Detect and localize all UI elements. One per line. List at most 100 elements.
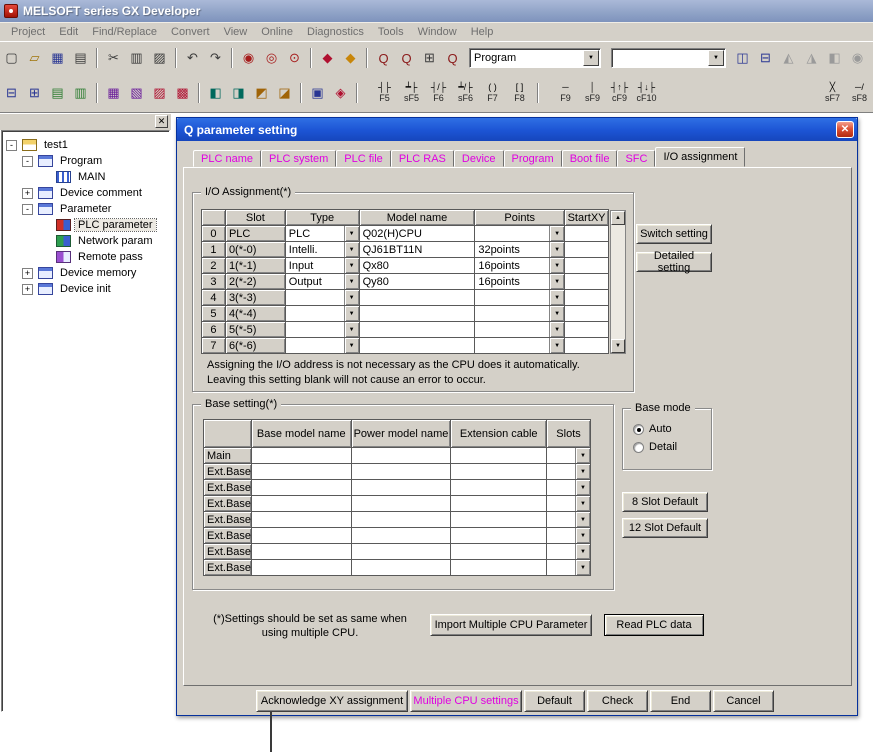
- note-display-icon[interactable]: ▦: [102, 82, 125, 104]
- cut-icon[interactable]: ✂: [102, 47, 125, 69]
- device-memory-icon[interactable]: ▣: [306, 82, 329, 104]
- check-button[interactable]: Check: [587, 690, 648, 712]
- startxy-cell[interactable]: [565, 322, 609, 338]
- chevron-down-icon[interactable]: ▼: [549, 306, 564, 321]
- menu-item[interactable]: Window: [411, 24, 464, 40]
- type-combo[interactable]: PLC▼: [286, 226, 360, 242]
- menu-item[interactable]: Project: [4, 24, 52, 40]
- extension-cable-cell[interactable]: [451, 448, 547, 464]
- tree-item-program[interactable]: - Program: [2, 153, 169, 169]
- slots-combo[interactable]: ▼: [547, 496, 591, 512]
- type-combo[interactable]: Output▼: [286, 274, 360, 290]
- base-model-cell[interactable]: [252, 528, 352, 544]
- slots-combo[interactable]: ▼: [547, 544, 591, 560]
- menu-item[interactable]: Edit: [52, 24, 85, 40]
- multiple-cpu-settings-button[interactable]: Multiple CPU settings: [410, 690, 522, 712]
- undo-icon[interactable]: ↶: [181, 47, 204, 69]
- menu-item[interactable]: Help: [464, 24, 501, 40]
- startxy-cell[interactable]: [565, 274, 609, 290]
- slot12-default-button[interactable]: 12 Slot Default: [622, 518, 708, 538]
- tab-sfc[interactable]: SFC: [617, 150, 655, 167]
- expand-icon[interactable]: +: [22, 284, 33, 295]
- type-combo[interactable]: ▼: [286, 290, 360, 306]
- parameter-icon[interactable]: ◈: [329, 82, 352, 104]
- points-combo[interactable]: ▼: [475, 290, 565, 306]
- extension-cable-cell[interactable]: [451, 464, 547, 480]
- tab-device[interactable]: Device: [454, 150, 504, 167]
- device-monitor-icon[interactable]: ▨: [148, 82, 171, 104]
- points-combo[interactable]: ▼: [475, 322, 565, 338]
- model-name-cell[interactable]: Qx80: [360, 258, 476, 274]
- acknowledge-xy-assignment-button[interactable]: Acknowledge XY assignment: [256, 690, 408, 712]
- copy-icon[interactable]: ▥: [125, 47, 148, 69]
- slots-combo[interactable]: ▼: [547, 560, 591, 576]
- slots-combo[interactable]: ▼: [547, 480, 591, 496]
- points-combo[interactable]: ▼: [475, 338, 565, 354]
- vertical-line-button[interactable]: │sF9: [579, 78, 606, 108]
- base-model-cell[interactable]: [252, 496, 352, 512]
- slots-combo[interactable]: ▼: [547, 528, 591, 544]
- program-check-icon[interactable]: ◧: [204, 82, 227, 104]
- chevron-down-icon[interactable]: ▼: [549, 322, 564, 337]
- tree-item-test1[interactable]: - test1: [2, 137, 169, 153]
- chevron-down-icon[interactable]: ▼: [575, 560, 590, 575]
- device-test-icon[interactable]: ▩: [171, 82, 194, 104]
- end-button[interactable]: End: [650, 690, 711, 712]
- base-model-cell[interactable]: [252, 512, 352, 528]
- io-table-scrollbar[interactable]: ▲ ▼: [610, 210, 626, 354]
- menu-item[interactable]: Find/Replace: [85, 24, 164, 40]
- points-combo[interactable]: 16points▼: [475, 258, 565, 274]
- cancel-button[interactable]: Cancel: [713, 690, 774, 712]
- chevron-down-icon[interactable]: ▼: [344, 306, 359, 321]
- ladder-monitor-icon[interactable]: ◉: [237, 47, 260, 69]
- find-next-icon[interactable]: ◮: [800, 47, 823, 69]
- chevron-down-icon[interactable]: ▼: [575, 496, 590, 511]
- closed-contact-button[interactable]: ┤/├F6: [425, 78, 452, 108]
- detailed-setting-button[interactable]: Detailed setting: [636, 252, 712, 272]
- extension-cable-cell[interactable]: [451, 480, 547, 496]
- chevron-down-icon[interactable]: ▼: [344, 274, 359, 289]
- print-icon[interactable]: ▤: [69, 47, 92, 69]
- find-previous-icon[interactable]: ◭: [777, 47, 800, 69]
- import-multiple-cpu-button[interactable]: Import Multiple CPU Parameter: [430, 614, 592, 636]
- read-mode-icon[interactable]: ◆: [316, 47, 339, 69]
- read-plc-data-button[interactable]: Read PLC data: [604, 614, 704, 636]
- tab-plc-system[interactable]: PLC system: [261, 150, 336, 167]
- model-name-cell[interactable]: [360, 338, 476, 354]
- tree-item-device-init[interactable]: + Device init: [2, 281, 169, 297]
- menu-item[interactable]: Convert: [164, 24, 217, 40]
- tree-item-parameter[interactable]: - Parameter: [2, 201, 169, 217]
- extension-cable-cell[interactable]: [451, 560, 547, 576]
- tab-program[interactable]: Program: [504, 150, 562, 167]
- falling-pulse-button[interactable]: ┤↓├cF10: [633, 78, 660, 108]
- zoom-source-icon[interactable]: Q: [372, 47, 395, 69]
- coil-button[interactable]: ( )F7: [479, 78, 506, 108]
- slots-combo[interactable]: ▼: [547, 448, 591, 464]
- startxy-cell[interactable]: [565, 258, 609, 274]
- tree-item-plc-parameter[interactable]: PLC parameter: [2, 217, 169, 233]
- save-project-icon[interactable]: ▦: [46, 47, 69, 69]
- delete-vertical-line-button[interactable]: ╳sF7: [819, 78, 846, 108]
- base-mode-detail-option[interactable]: Detail: [633, 441, 677, 453]
- sfc-mode-icon[interactable]: ⊞: [23, 82, 46, 104]
- ladder-mode-icon[interactable]: ⊟: [0, 82, 23, 104]
- write-mode-icon[interactable]: ◆: [339, 47, 362, 69]
- application-instruction-button[interactable]: [ ]F8: [506, 78, 533, 108]
- base-model-cell[interactable]: [252, 464, 352, 480]
- base-model-cell[interactable]: [252, 480, 352, 496]
- tab-plc-ras[interactable]: PLC RAS: [391, 150, 454, 167]
- dialog-close-button[interactable]: ✕: [836, 121, 854, 138]
- slots-combo[interactable]: ▼: [547, 512, 591, 528]
- chevron-down-icon[interactable]: ▼: [549, 226, 564, 241]
- type-combo[interactable]: Input▼: [286, 258, 360, 274]
- extension-cable-cell[interactable]: [451, 496, 547, 512]
- chevron-down-icon[interactable]: ▼: [575, 528, 590, 543]
- extension-cable-cell[interactable]: [451, 528, 547, 544]
- tree-item-network-param[interactable]: Network param: [2, 233, 169, 249]
- chevron-down-icon[interactable]: ▼: [549, 274, 564, 289]
- grid-display-icon[interactable]: ⊞: [418, 47, 441, 69]
- dialog-titlebar[interactable]: Q parameter setting ✕: [177, 118, 857, 141]
- model-name-cell[interactable]: [360, 290, 476, 306]
- model-name-cell[interactable]: Qy80: [360, 274, 476, 290]
- tree-item-remote-pass[interactable]: Remote pass: [2, 249, 169, 265]
